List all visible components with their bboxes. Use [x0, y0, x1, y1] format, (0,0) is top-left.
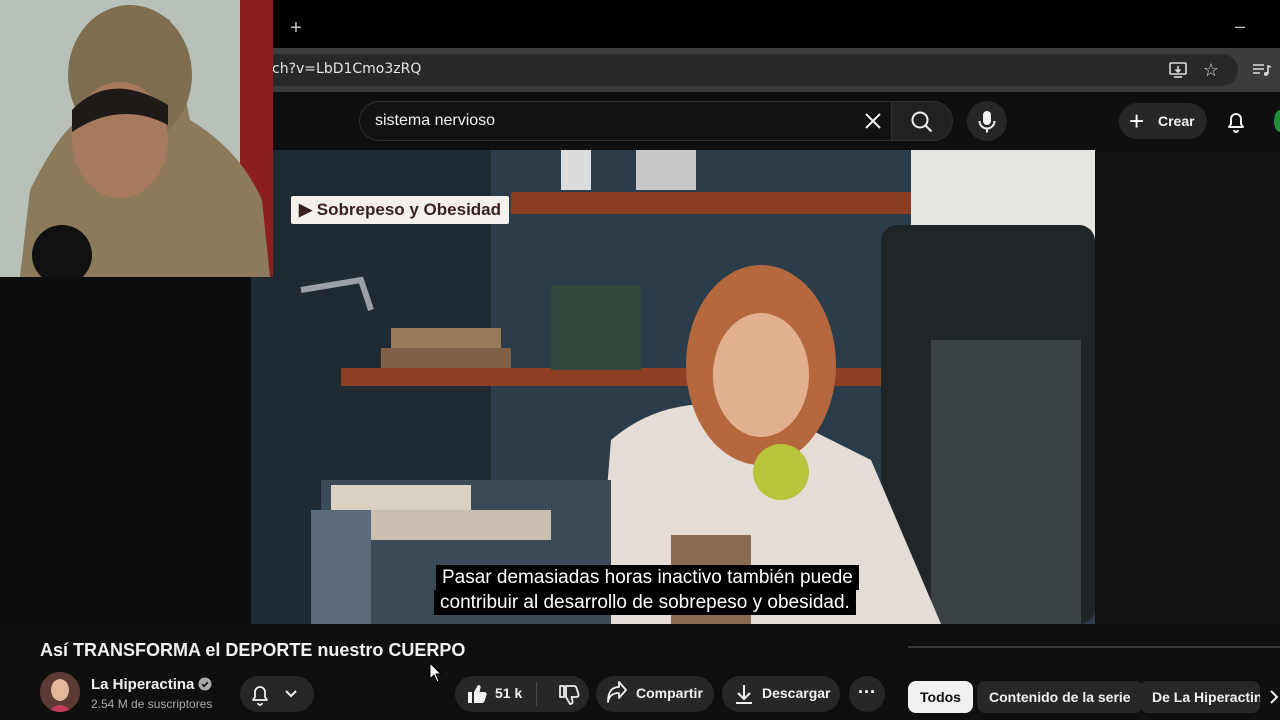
search-icon	[911, 111, 933, 133]
notifications-bell-icon[interactable]	[1222, 108, 1250, 136]
chip-series-content[interactable]: Contenido de la serie	[977, 681, 1143, 713]
search-button[interactable]	[891, 101, 953, 141]
caption-line-2: contribuir al desarrollo de sobrepeso y …	[434, 590, 856, 615]
channel-avatar[interactable]	[40, 672, 80, 712]
clear-search-icon[interactable]	[860, 108, 886, 134]
install-app-icon[interactable]	[1168, 60, 1190, 80]
video-title: Así TRANSFORMA el DEPORTE nuestro CUERPO	[40, 640, 466, 660]
player-letterbox-right	[1095, 150, 1280, 624]
search-input-value: sistema nervioso	[375, 112, 496, 129]
share-button-label: Compartir	[636, 685, 703, 701]
microphone-icon	[978, 111, 996, 133]
webcam-overlay	[0, 0, 273, 277]
download-button-label: Descargar	[762, 685, 831, 701]
thumbs-down-icon	[559, 685, 580, 705]
subscription-notifications-button[interactable]	[240, 676, 314, 712]
bell-icon	[252, 686, 268, 706]
share-icon	[607, 681, 627, 703]
caption-line-1: Pasar demasiadas horas inactivo también …	[436, 565, 859, 590]
minimize-button[interactable]: –	[1226, 16, 1254, 40]
mouse-cursor-icon	[429, 661, 443, 684]
channel-name[interactable]: La Hiperactina	[91, 676, 194, 693]
thumbs-up-icon	[468, 685, 487, 703]
new-tab-button[interactable]: +	[284, 16, 308, 40]
like-divider	[536, 682, 537, 706]
voice-search-button[interactable]	[967, 101, 1007, 141]
create-button-label: Crear	[1158, 113, 1195, 129]
chevron-right-icon[interactable]	[1268, 686, 1280, 708]
sidebar-divider	[908, 646, 1280, 648]
download-icon	[736, 685, 752, 704]
like-count[interactable]: 51 k	[495, 685, 522, 701]
subscriber-count: 2.54 M de suscriptores	[91, 697, 213, 711]
bookmark-star-icon[interactable]: ☆	[1200, 60, 1222, 80]
verified-check-icon	[198, 677, 212, 691]
more-actions-button[interactable]: ···	[849, 676, 885, 712]
plus-icon: +	[1129, 106, 1145, 136]
chip-from-channel[interactable]: De La Hiperactina	[1140, 681, 1260, 713]
chapter-label-overlay: ▶ Sobrepeso y Obesidad	[291, 196, 510, 224]
account-avatar[interactable]	[1274, 110, 1280, 132]
webcam-person-illustration	[0, 0, 273, 277]
media-control-icon[interactable]	[1250, 60, 1272, 80]
address-bar-url: ch?v=LbD1Cmo3zRQ	[272, 61, 422, 77]
chip-todos[interactable]: Todos	[908, 681, 973, 713]
player-letterbox-left	[0, 277, 251, 624]
chevron-down-icon	[285, 690, 297, 698]
